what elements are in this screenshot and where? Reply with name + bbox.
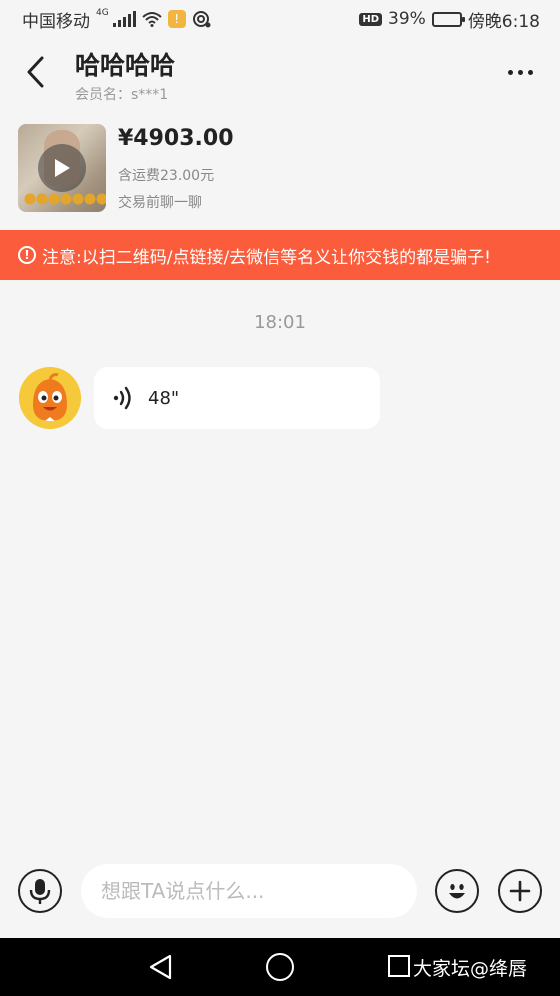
hotspot-icon — [192, 11, 211, 28]
add-attachment-button[interactable] — [498, 869, 542, 913]
watermark: 大家坛@绛唇 — [413, 958, 528, 980]
dot-icon — [517, 69, 523, 75]
shipping-fee: 含运费23.00元 — [118, 168, 215, 184]
status-left: 中国移动 4G ! — [22, 7, 212, 32]
message-input-bar — [0, 856, 560, 938]
status-bar: 中国移动 4G ! HD 39% 傍晚6:18 — [0, 0, 560, 38]
nav-recent-icon[interactable] — [388, 955, 410, 977]
fraud-warning-banner: ! 注意:以扫二维码/点链接/去微信等名义让你交钱的都是骗子! — [0, 230, 560, 280]
more-options-button[interactable] — [502, 60, 538, 84]
message-input[interactable] — [81, 864, 417, 918]
avatar[interactable] — [19, 367, 81, 429]
voice-wave-icon — [113, 386, 131, 410]
system-nav-bar: 大家坛@绛唇 — [0, 938, 560, 996]
carrier-name: 中国移动 — [22, 11, 90, 32]
clock: 傍晚6:18 — [467, 11, 540, 32]
chat-header: 哈哈哈哈 会员名：s***1 — [0, 38, 560, 110]
microphone-icon — [29, 879, 51, 904]
chevron-left-icon — [27, 56, 44, 88]
smiley-icon — [449, 884, 465, 899]
nav-home-icon[interactable] — [266, 953, 294, 981]
mascot-avatar-icon — [19, 367, 81, 429]
hd-badge: HD — [359, 12, 383, 26]
nav-back-icon[interactable] — [146, 952, 176, 982]
signal-icon — [112, 11, 136, 27]
warning-icon: ! — [18, 246, 36, 264]
negotiate-hint: 交易前聊一聊 — [118, 195, 202, 211]
product-price: ¥4903.00 — [118, 126, 234, 151]
dot-icon — [527, 69, 533, 75]
dot-icon — [507, 69, 513, 75]
product-video-thumbnail[interactable] — [18, 124, 106, 212]
wifi-icon — [142, 12, 162, 27]
emoji-button[interactable] — [435, 869, 479, 913]
product-card[interactable]: ¥4903.00 含运费23.00元 交易前聊一聊 — [0, 110, 560, 228]
member-name: 会员名：s***1 — [75, 87, 169, 103]
back-button[interactable] — [20, 52, 50, 92]
warning-text: 注意:以扫二维码/点链接/去微信等名义让你交钱的都是骗子! — [42, 247, 491, 268]
battery-icon — [431, 11, 465, 27]
page-title: 哈哈哈哈 — [75, 51, 176, 80]
voice-input-button[interactable] — [18, 869, 62, 913]
voice-message-bubble[interactable]: 48" — [94, 367, 380, 429]
message-timestamp: 18:01 — [254, 312, 306, 333]
network-type: 4G — [96, 8, 109, 18]
plus-icon — [509, 880, 531, 902]
play-icon — [38, 144, 86, 192]
battery-percent: 39% — [388, 9, 426, 29]
voice-duration: 48" — [148, 387, 180, 409]
status-right: HD 39% 傍晚6:18 — [359, 7, 540, 32]
notification-icon: ! — [167, 10, 186, 28]
